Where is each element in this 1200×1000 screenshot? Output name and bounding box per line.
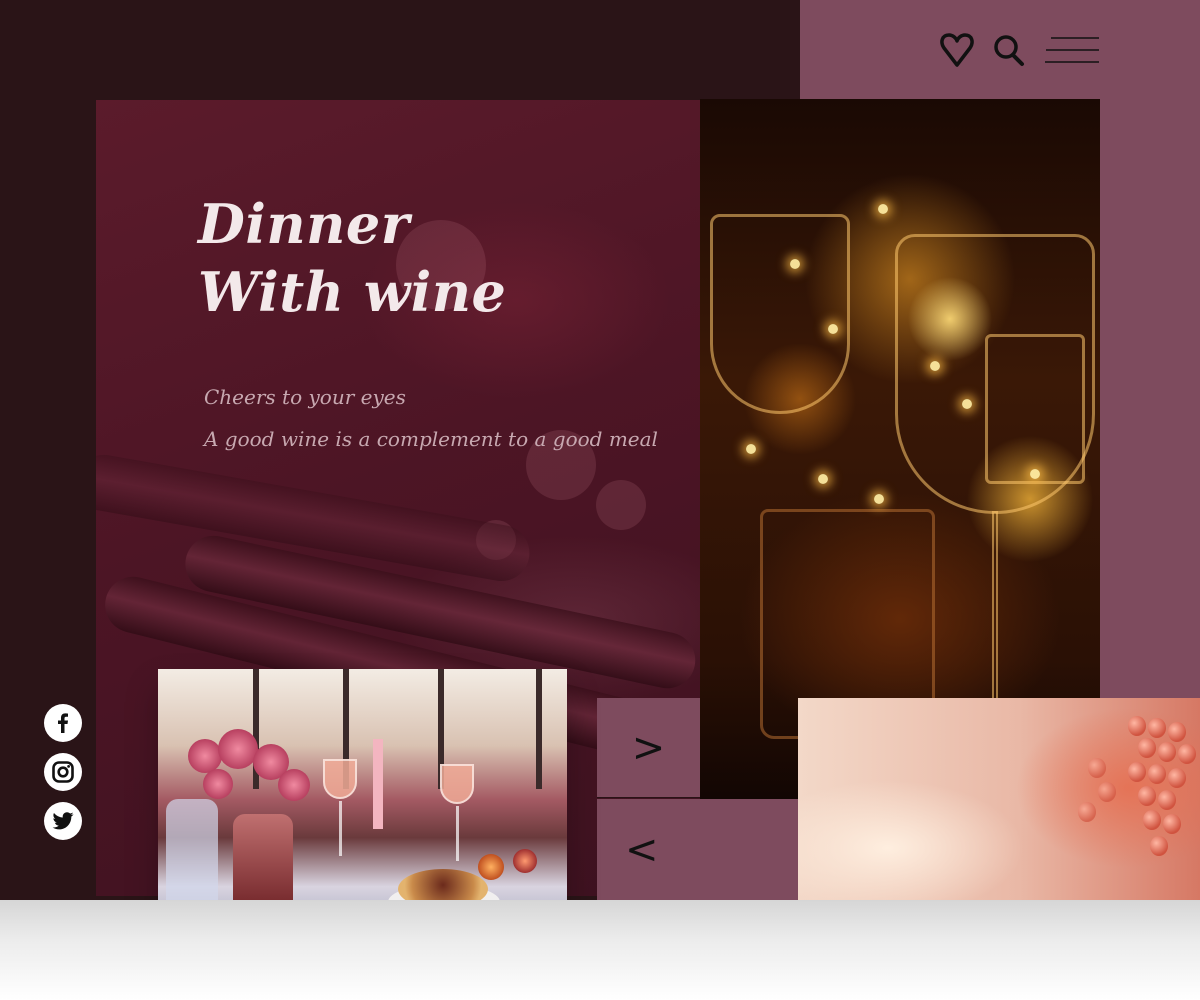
hero-tagline: Cheers to your eyes A good wine is a com… [204, 376, 664, 460]
tagline-line2: A good wine is a complement to a good me… [204, 427, 658, 451]
fairy-light [790, 259, 800, 269]
tagline-line1: Cheers to your eyes [204, 385, 406, 409]
header-toolbar [935, 28, 1105, 72]
menu-icon[interactable] [1045, 28, 1101, 72]
grape [1088, 758, 1106, 778]
glass-shape [985, 334, 1085, 484]
grape [1078, 802, 1096, 822]
glass-stem [339, 801, 342, 856]
wine-glass [323, 759, 357, 799]
grape [1178, 744, 1196, 764]
grape [1168, 722, 1186, 742]
flower [188, 739, 222, 773]
flower [203, 769, 233, 799]
grape [1158, 742, 1176, 762]
hero-title-line1: Dinner [198, 192, 410, 256]
fairy-light [818, 474, 828, 484]
candle-light [513, 849, 537, 873]
twitter-icon[interactable] [44, 802, 82, 840]
social-links [44, 704, 84, 851]
prev-button[interactable]: < [597, 799, 798, 900]
grape [1148, 718, 1166, 738]
page: Dinner With wine Cheers to your eyes A g… [0, 0, 1200, 941]
fairy-light [930, 361, 940, 371]
grape [1128, 716, 1146, 736]
flower [218, 729, 258, 769]
grape [1150, 836, 1168, 856]
fairy-light [874, 494, 884, 504]
hero-title: Dinner With wine [198, 190, 598, 326]
grape [1128, 762, 1146, 782]
fairy-light [746, 444, 756, 454]
wine-glass [440, 764, 474, 804]
grape [1163, 814, 1181, 834]
glass-stem [456, 806, 459, 861]
window-frame [536, 669, 542, 789]
bokeh-light [596, 480, 646, 530]
search-icon[interactable] [987, 28, 1031, 72]
wine-glasses-photo [700, 99, 1100, 800]
facebook-icon[interactable] [44, 704, 82, 742]
candle-light [478, 854, 504, 880]
grape [1098, 782, 1116, 802]
candle [373, 739, 383, 829]
heart-icon[interactable] [935, 28, 979, 72]
next-button[interactable]: > [597, 698, 700, 798]
grape [1148, 764, 1166, 784]
grape [1143, 810, 1161, 830]
hero-title-line2: With wine [198, 260, 507, 324]
fairy-light [962, 399, 972, 409]
grape [1138, 786, 1156, 806]
grape [1168, 768, 1186, 788]
glass-shape [710, 214, 850, 414]
grape [1138, 738, 1156, 758]
grapes-photo [798, 698, 1200, 900]
grape [1158, 790, 1176, 810]
instagram-icon[interactable] [44, 753, 82, 791]
fairy-light [828, 324, 838, 334]
flower [278, 769, 310, 801]
fairy-light [878, 204, 888, 214]
shadow-floor [0, 900, 1200, 1000]
fairy-light [1030, 469, 1040, 479]
